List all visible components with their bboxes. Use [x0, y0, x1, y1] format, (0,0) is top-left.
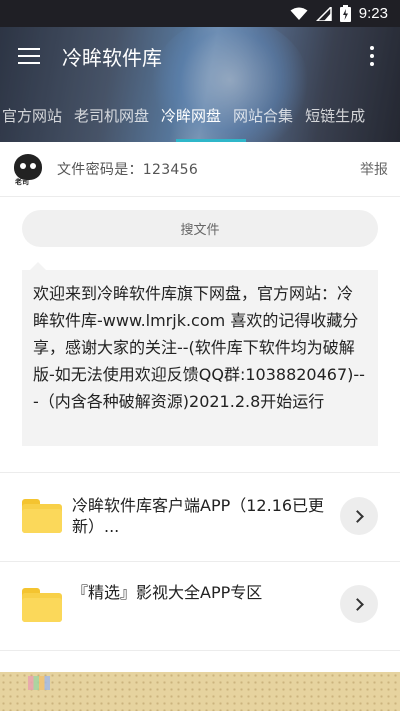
header: 冷眸软件库 官方网站 老司机网盘 冷眸网盘 网站合集 短链生成 — [0, 27, 400, 142]
active-tab-indicator — [176, 139, 246, 142]
tab-bar: 官方网站 老司机网盘 冷眸网盘 网站合集 短链生成 — [0, 97, 371, 137]
wifi-icon — [290, 7, 308, 21]
folder-icon — [22, 588, 62, 622]
folder-icon — [22, 499, 62, 533]
avatar-label: 老司 — [15, 178, 29, 186]
chevron-right-icon[interactable] — [340, 497, 378, 535]
file-name: 冷眸软件库客户端APP（12.16已更新）... — [72, 496, 325, 536]
tab-driver-disk[interactable]: 老司机网盘 — [68, 97, 155, 133]
chevron-right-icon[interactable] — [340, 585, 378, 623]
search-files-button[interactable]: 搜文件 — [22, 210, 378, 247]
avatar: 老司 — [11, 152, 45, 186]
file-password-text: 文件密码是：123456 — [57, 162, 199, 178]
file-list-item[interactable]: 『精选』影视大全APP专区 — [0, 562, 400, 650]
banner-decoration — [28, 676, 50, 690]
divider — [0, 650, 400, 651]
tab-lengmou-disk[interactable]: 冷眸网盘 — [155, 97, 227, 133]
tab-official-site[interactable]: 官方网站 — [0, 97, 68, 133]
toolbar: 冷眸软件库 — [0, 27, 400, 85]
more-vert-icon[interactable] — [360, 41, 384, 71]
battery-charging-icon — [339, 5, 351, 22]
bottom-banner[interactable] — [0, 672, 400, 711]
notice-text: 欢迎来到冷眸软件库旗下网盘，官方网站：冷眸软件库-www.lmrjk.com 喜… — [22, 270, 378, 446]
notice-arrow — [30, 262, 46, 270]
app-title: 冷眸软件库 — [62, 45, 162, 70]
status-bar: 9:23 — [0, 0, 400, 27]
password-row: 老司 文件密码是：123456 举报 — [0, 142, 400, 197]
tab-site-collection[interactable]: 网站合集 — [227, 97, 299, 133]
report-button[interactable]: 举报 — [360, 159, 388, 179]
file-name: 『精选』影视大全APP专区 — [72, 583, 263, 602]
status-time: 9:23 — [358, 5, 388, 22]
tab-short-link[interactable]: 短链生成 — [299, 97, 371, 133]
file-list-item[interactable]: 冷眸软件库客户端APP（12.16已更新）... — [0, 473, 400, 561]
signal-icon — [315, 6, 332, 21]
hamburger-menu-icon[interactable] — [18, 44, 48, 68]
